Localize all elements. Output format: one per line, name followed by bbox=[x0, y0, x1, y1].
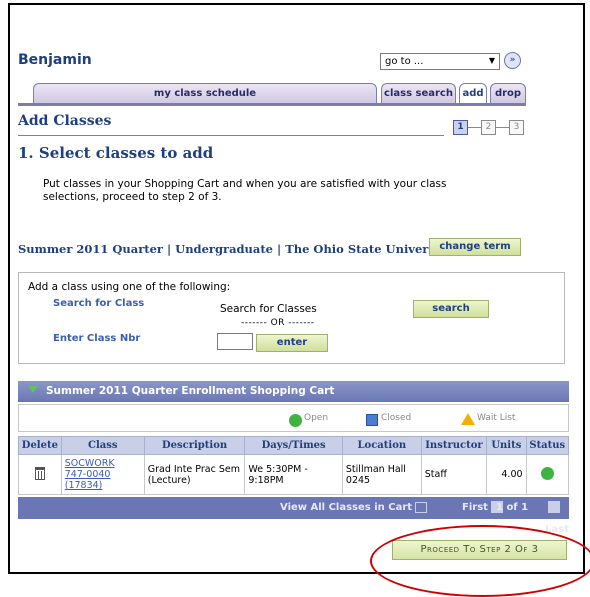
status-cell bbox=[525, 454, 570, 495]
student-name: Benjamin bbox=[18, 52, 92, 68]
open-status-icon bbox=[289, 414, 302, 427]
class-subject-link[interactable]: SOCWORK bbox=[65, 458, 141, 469]
change-term-button[interactable]: change term bbox=[429, 238, 521, 256]
instructor-cell: Staff bbox=[420, 454, 488, 495]
step-indicator: 1 2 3 bbox=[445, 120, 533, 136]
class-cell[interactable]: SOCWORK 747-0040 (17834) bbox=[60, 454, 145, 495]
or-separator: ------- OR ------- bbox=[241, 318, 315, 328]
view-all-label: View All Classes in Cart bbox=[280, 502, 413, 513]
goto-select[interactable]: go to ... ▼ bbox=[380, 53, 500, 70]
term-info: Summer 2011 Quarter | Undergraduate | Th… bbox=[18, 242, 452, 256]
shopping-cart-table: Delete Class Description Days/Times Loca… bbox=[18, 436, 570, 495]
table-row: SOCWORK 747-0040 (17834) Grad Inte Prac … bbox=[18, 454, 570, 495]
days-times-cell: We 5:30PM - 9:18PM bbox=[244, 454, 343, 495]
col-location: Location bbox=[341, 436, 422, 455]
legend-wait-list-label: Wait List bbox=[477, 413, 516, 423]
delete-cell bbox=[18, 454, 62, 495]
col-description: Description bbox=[143, 436, 246, 455]
step-3: 3 bbox=[509, 120, 524, 135]
col-delete: Delete bbox=[18, 436, 62, 455]
trash-icon[interactable] bbox=[34, 466, 45, 480]
col-units: Units bbox=[486, 436, 527, 455]
go-button[interactable]: » bbox=[504, 52, 521, 69]
title-divider bbox=[18, 135, 444, 136]
closed-status-icon bbox=[366, 414, 378, 426]
tab-underline bbox=[18, 103, 526, 106]
cart-footer: View All Classes in Cart First 1 of 1 La… bbox=[18, 497, 569, 535]
class-id-link[interactable]: (17834) bbox=[65, 480, 141, 491]
legend-closed-label: Closed bbox=[381, 413, 412, 423]
instructions-text: Put classes in your Shopping Cart and wh… bbox=[43, 178, 447, 203]
page-title: Add Classes bbox=[18, 113, 112, 129]
step-connector bbox=[496, 127, 509, 128]
wait-list-icon bbox=[461, 413, 475, 425]
enter-class-nbr-link[interactable]: Enter Class Nbr bbox=[53, 333, 140, 344]
location-cell: Stillman Hall 0245 bbox=[341, 454, 422, 495]
col-days-times: Days/Times bbox=[244, 436, 343, 455]
tab-drop[interactable]: drop bbox=[490, 83, 526, 103]
step-connector bbox=[468, 127, 481, 128]
highlight-circle bbox=[370, 525, 590, 597]
tab-add[interactable]: add bbox=[459, 83, 487, 104]
tab-my-class-schedule[interactable]: my class schedule bbox=[33, 83, 377, 103]
collapse-triangle-icon[interactable] bbox=[28, 386, 38, 393]
view-all-link[interactable]: View All Classes in Cart bbox=[280, 497, 428, 519]
description-cell: Grad Inte Prac Sem (Lecture) bbox=[143, 454, 246, 495]
page-position: 1 of 1 bbox=[496, 502, 529, 513]
next-arrow-icon[interactable] bbox=[548, 501, 560, 513]
class-nbr-input[interactable] bbox=[217, 333, 253, 350]
chevron-down-icon: ▼ bbox=[488, 56, 495, 65]
enter-button[interactable]: enter bbox=[256, 334, 328, 352]
goto-select-value: go to ... bbox=[385, 56, 424, 67]
view-all-icon[interactable] bbox=[415, 501, 428, 513]
open-status-icon bbox=[540, 466, 554, 480]
col-class: Class bbox=[60, 436, 145, 455]
col-status: Status bbox=[525, 436, 570, 455]
step-1: 1 bbox=[453, 120, 468, 135]
tab-class-search[interactable]: class search bbox=[381, 83, 456, 103]
first-label: First bbox=[462, 502, 488, 513]
search-classes-label: Search for Classes bbox=[220, 303, 317, 315]
legend-open-label: Open bbox=[304, 413, 329, 423]
class-number-link[interactable]: 747-0040 bbox=[65, 469, 141, 480]
step-heading: 1. Select classes to add bbox=[18, 144, 214, 162]
step-2: 2 bbox=[481, 120, 496, 135]
cart-header[interactable]: Summer 2011 Quarter Enrollment Shopping … bbox=[18, 381, 569, 402]
search-button[interactable]: search bbox=[413, 300, 489, 318]
search-for-class-link[interactable]: Search for Class bbox=[53, 298, 144, 309]
units-cell: 4.00 bbox=[486, 454, 527, 495]
col-instructor: Instructor bbox=[420, 436, 488, 455]
add-class-title: Add a class using one of the following: bbox=[28, 281, 231, 293]
